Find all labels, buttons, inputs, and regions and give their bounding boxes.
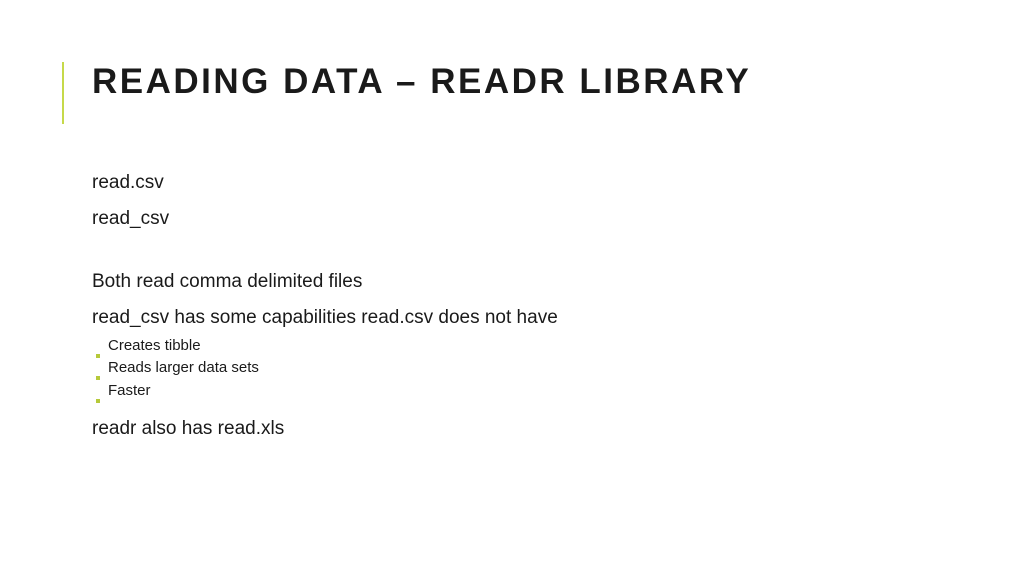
bullet-icon — [96, 399, 100, 403]
spacer — [92, 241, 932, 269]
body-line: read_csv has some capabilities read.csv … — [92, 305, 932, 331]
list-item: Reads larger data sets — [96, 357, 932, 380]
slide: READING DATA – READR LIBRARY read.csv re… — [0, 0, 1024, 576]
list-item: Creates tibble — [96, 335, 932, 358]
body-line: readr also has read.xls — [92, 416, 932, 442]
list-item: Faster — [96, 380, 932, 403]
accent-bar — [62, 62, 64, 124]
list-item-label: Faster — [108, 380, 151, 403]
slide-title: READING DATA – READR LIBRARY — [62, 64, 751, 99]
slide-body: read.csv read_csv Both read comma delimi… — [92, 170, 932, 452]
sub-list: Creates tibble Reads larger data sets Fa… — [92, 335, 932, 403]
body-line: Both read comma delimited files — [92, 269, 932, 295]
body-line: read.csv — [92, 170, 932, 196]
body-line: read_csv — [92, 206, 932, 232]
title-block: READING DATA – READR LIBRARY — [62, 64, 751, 99]
list-item-label: Creates tibble — [108, 335, 201, 358]
bullet-icon — [96, 376, 100, 380]
list-item-label: Reads larger data sets — [108, 357, 259, 380]
bullet-icon — [96, 354, 100, 358]
